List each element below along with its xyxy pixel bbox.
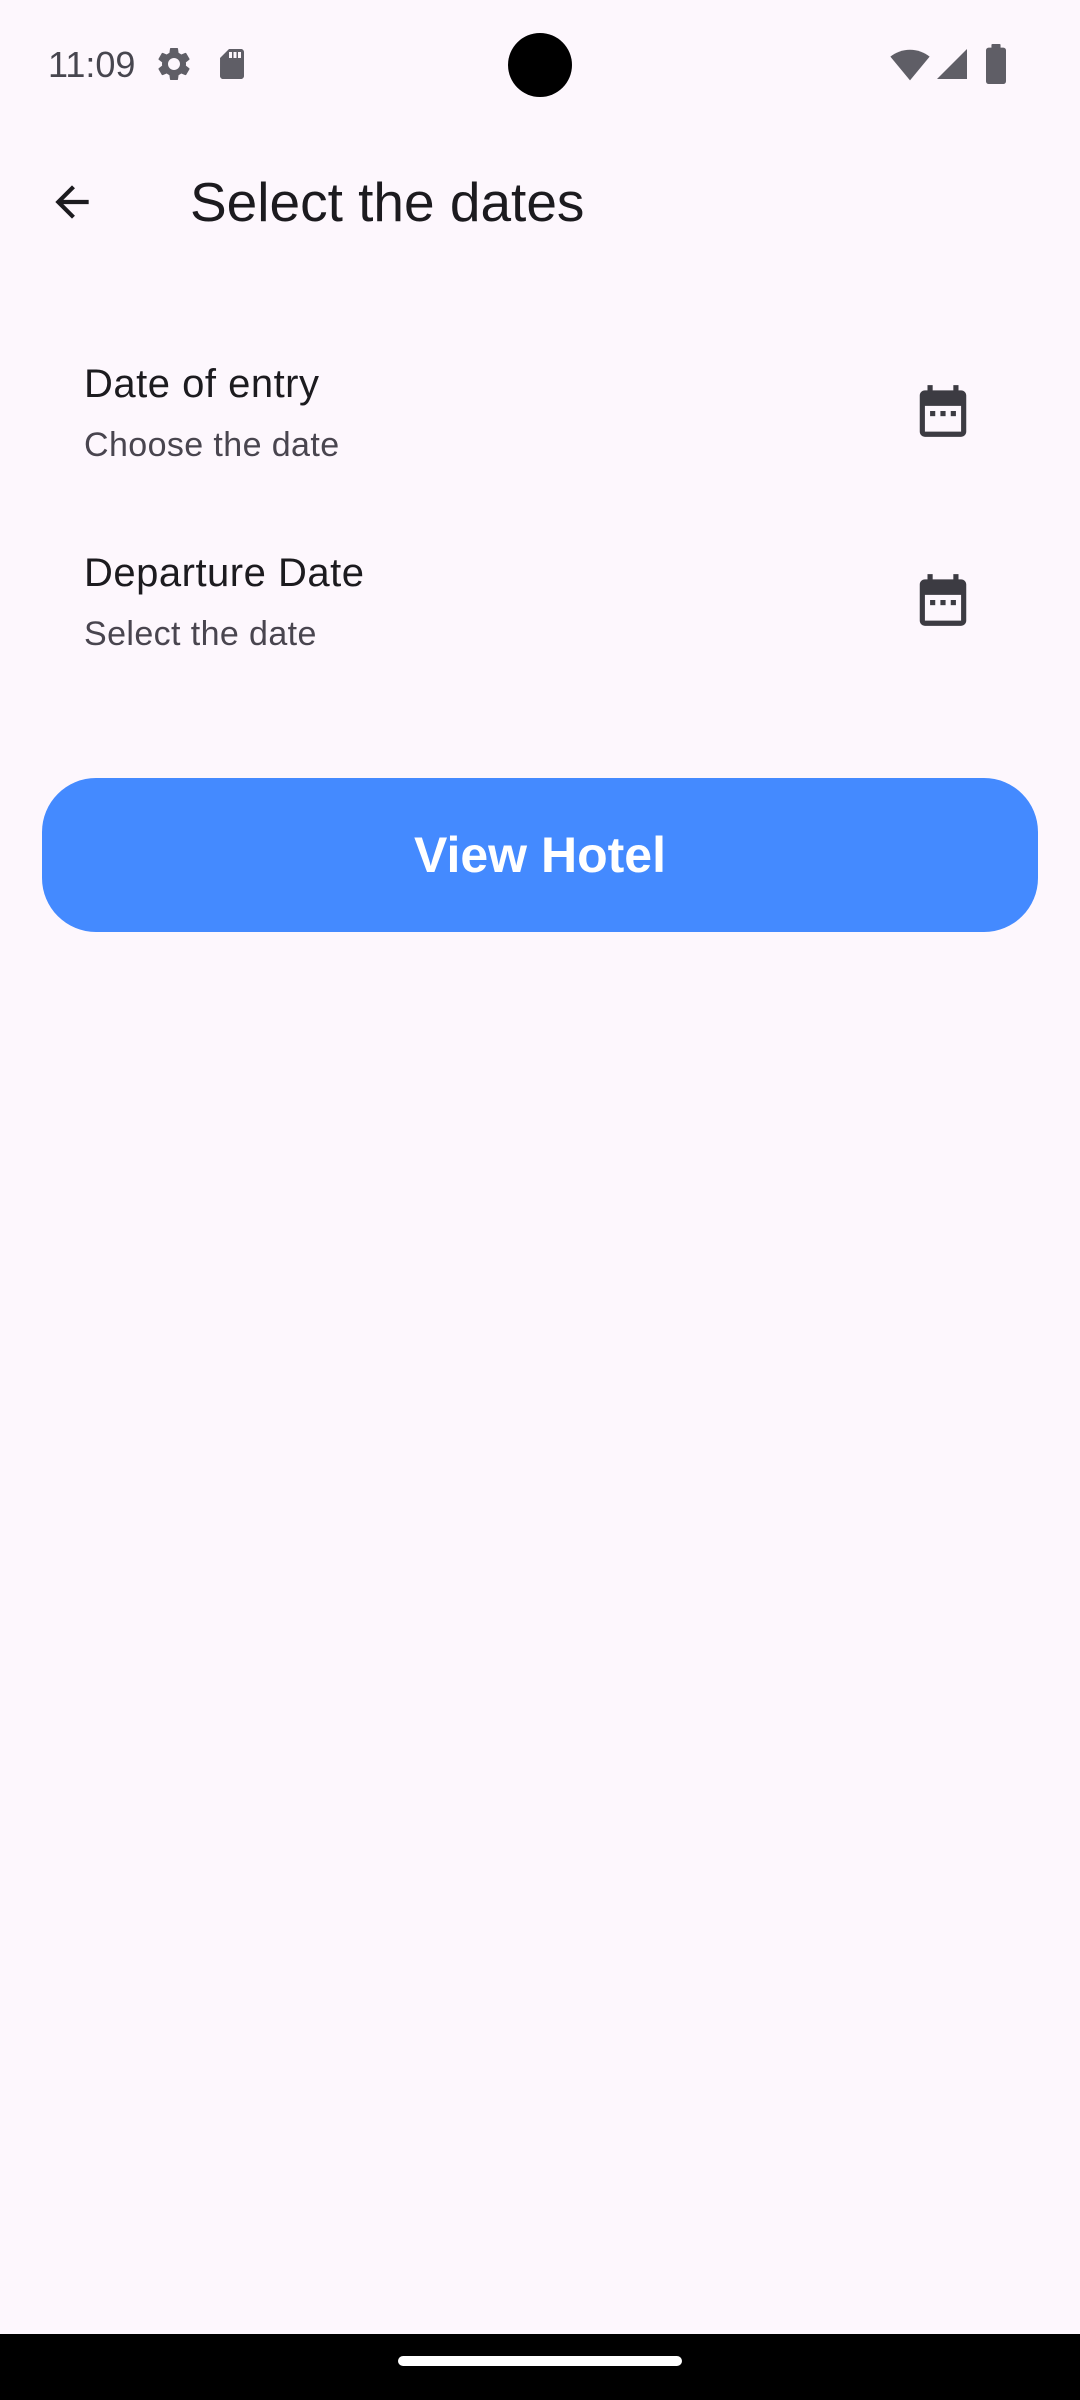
departure-date-subtitle: Select the date: [84, 615, 317, 653]
departure-date-tile[interactable]: Departure Date Select the date: [0, 521, 1080, 691]
battery-icon: [984, 44, 1008, 84]
status-bar: 11:09: [0, 0, 1080, 132]
back-button[interactable]: [36, 168, 108, 240]
status-time: 11:09: [48, 44, 136, 85]
home-gesture-handle[interactable]: [398, 2356, 682, 2366]
page-title: Select the dates: [190, 171, 585, 233]
date-of-entry-subtitle: Choose the date: [84, 426, 340, 464]
app-bar: Select the dates: [0, 132, 1080, 276]
signal-icon: [934, 46, 970, 86]
departure-date-title: Departure Date: [84, 551, 365, 595]
select-dates-screen: 11:09 Select the dates Date of entry Cho…: [0, 0, 1080, 2400]
view-hotel-button[interactable]: View Hotel: [42, 778, 1038, 932]
calendar-icon[interactable]: [912, 569, 974, 631]
date-of-entry-tile[interactable]: Date of entry Choose the date: [0, 332, 1080, 502]
date-of-entry-title: Date of entry: [84, 362, 320, 406]
settings-icon: [154, 44, 194, 84]
camera-cutout: [508, 33, 572, 97]
arrow-back-icon: [47, 177, 97, 232]
wifi-icon: [890, 46, 930, 86]
calendar-icon[interactable]: [912, 380, 974, 442]
navigation-bar: [0, 2334, 1080, 2400]
sd-card-icon: [214, 44, 250, 84]
